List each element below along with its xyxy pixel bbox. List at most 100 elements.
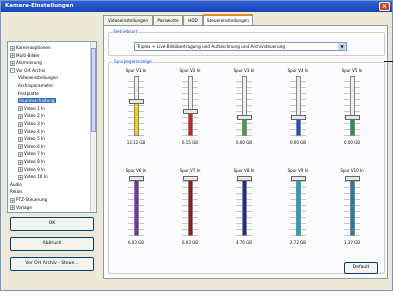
- chevron-down-icon[interactable]: ▼: [338, 43, 346, 50]
- tree-item-label: Video 4 In: [24, 128, 45, 134]
- expand-icon[interactable]: +: [18, 113, 23, 119]
- meter-slider-knob[interactable]: [291, 176, 306, 182]
- tree-item-label: Video 3 In: [24, 121, 45, 126]
- tree-item[interactable]: + Video 4 In: [18, 129, 45, 135]
- expand-icon[interactable]: +: [18, 151, 23, 157]
- meter-slider-knob[interactable]: [291, 114, 306, 120]
- settings-tree[interactable]: + Kameraoptionen + Multi-Bilder + Alarmierung…: [7, 41, 97, 213]
- tree-item[interactable]: + Video 10 In: [18, 174, 48, 180]
- tree-item[interactable]: + Vorlage: [10, 205, 32, 211]
- meter-slider-knob[interactable]: [129, 99, 144, 105]
- expand-icon[interactable]: +: [18, 174, 23, 180]
- meter-fill: [351, 179, 354, 235]
- tree-item[interactable]: + Video 8 In: [18, 159, 45, 165]
- meter-track: [350, 176, 355, 236]
- meter-slider-knob[interactable]: [345, 114, 360, 120]
- tree-item-label: Audio: [10, 181, 22, 187]
- expand-icon[interactable]: +: [10, 60, 15, 66]
- meter-slider-knob[interactable]: [237, 114, 252, 120]
- expand-icon[interactable]: +: [18, 136, 23, 142]
- meter-fill: [135, 101, 138, 135]
- tree-item[interactable]: + Multi-Bilder: [10, 53, 40, 59]
- channel-label: Spur V9 In: [287, 168, 309, 173]
- expand-icon[interactable]: +: [10, 205, 15, 211]
- expand-icon[interactable]: +: [10, 45, 15, 51]
- tree-item[interactable]: + Video 2 In: [18, 113, 45, 119]
- meter-track: [350, 76, 355, 136]
- expand-icon[interactable]: +: [18, 106, 23, 112]
- tree-item-label: Alarmierung: [16, 60, 42, 66]
- levels-group-title: Spurpegelanzeige: [113, 59, 153, 64]
- tree-item[interactable]: + Video 7 In: [18, 151, 45, 157]
- tree-item[interactable]: + Video 3 In: [18, 121, 45, 127]
- callout-line: [384, 61, 393, 62]
- tree-item[interactable]: Videoeinstellungen: [18, 75, 58, 81]
- tree-item-label: Videoeinstellungen: [18, 75, 59, 81]
- channel-value: 0.00 GB: [289, 140, 307, 145]
- tree-item-label: Video 6 In: [24, 143, 45, 149]
- channel-value: 6.15 GB: [181, 140, 199, 145]
- tree-scrollbar[interactable]: [90, 42, 96, 212]
- tree-item-label: Stummschaltung: [18, 98, 56, 104]
- expand-icon[interactable]: +: [10, 53, 15, 59]
- meter-slider-knob[interactable]: [345, 176, 360, 182]
- tab-0[interactable]: Videoeinstellungen: [103, 15, 153, 25]
- channel-value: 6.03 GB: [181, 240, 199, 245]
- expand-icon[interactable]: +: [18, 159, 23, 165]
- tree-item-label: Video 7 In: [24, 151, 45, 157]
- meter-fill: [243, 179, 246, 235]
- copy-settings-button[interactable]: Vor Ort Archiv - Steue...: [10, 257, 94, 271]
- tree-item-label: Archivparameter: [18, 83, 54, 88]
- tree-item[interactable]: + Video 1 In: [18, 106, 45, 112]
- expand-icon[interactable]: +: [18, 144, 23, 150]
- tree-item-label: Video 10 In: [24, 174, 48, 180]
- tree-item-label: Relais: [10, 189, 23, 195]
- tab-2[interactable]: HDD: [183, 15, 203, 25]
- tree-item[interactable]: Festplatte: [18, 91, 39, 97]
- meter-slider-knob[interactable]: [183, 176, 198, 182]
- tree-item[interactable]: Relais: [10, 189, 22, 195]
- tree-item-label: Video 5 In: [24, 136, 45, 142]
- expand-icon[interactable]: +: [10, 197, 15, 203]
- tree-item[interactable]: + Video 5 In: [18, 136, 45, 142]
- tree-item-label: Video 2 In: [24, 113, 45, 119]
- meter-track: [242, 76, 247, 136]
- meter-slider-knob[interactable]: [129, 176, 144, 182]
- meter-slider-knob[interactable]: [237, 176, 252, 182]
- ok-button[interactable]: OK: [10, 217, 94, 231]
- meter-track: [188, 76, 193, 136]
- expand-icon[interactable]: +: [18, 167, 23, 173]
- tree-item-label: Video 9 In: [24, 166, 45, 172]
- close-icon[interactable]: ×: [379, 2, 390, 11]
- tree-item[interactable]: + Video 6 In: [18, 144, 45, 150]
- channel-label: Spur V2 In: [179, 68, 201, 73]
- default-button[interactable]: Default: [344, 262, 378, 274]
- title-bar: Kamera-Einstellungen ×: [1, 1, 392, 12]
- channel-label: Spur V7 In: [179, 168, 201, 173]
- expand-icon[interactable]: +: [18, 129, 23, 135]
- collapse-icon[interactable]: -: [10, 68, 15, 74]
- tree-item[interactable]: + PTZ-Steuerung: [10, 197, 47, 203]
- tree-item[interactable]: Audio: [10, 182, 22, 188]
- expand-icon[interactable]: +: [18, 121, 23, 127]
- meter-fill: [135, 179, 138, 235]
- tree-item[interactable]: Stummschaltung: [18, 98, 56, 104]
- tree-item-label: Multi-Bilder: [16, 52, 40, 58]
- tree-item-label: PTZ-Steuerung: [16, 197, 48, 202]
- mode-select-value: Triplex + Live-Bildübertragung und Aufze…: [137, 44, 285, 49]
- tree-item[interactable]: + Video 9 In: [18, 167, 45, 173]
- tree-item[interactable]: + Alarmierung: [10, 60, 42, 66]
- meter-track: [188, 176, 193, 236]
- tree-item[interactable]: + Kameraoptionen: [10, 45, 51, 51]
- tab-1[interactable]: Passworte: [153, 15, 183, 25]
- tree-item[interactable]: - Vor Ort Archiv: [10, 68, 45, 74]
- meter-fill: [189, 110, 192, 135]
- window-title: Kamera-Einstellungen: [5, 3, 74, 9]
- tree-item[interactable]: Archivparameter: [18, 83, 53, 89]
- channel-value: 2.72 GB: [289, 240, 307, 245]
- mode-select[interactable]: Triplex + Live-Bildübertragung und Aufze…: [134, 42, 347, 51]
- cancel-button[interactable]: Abbruch: [10, 237, 94, 251]
- meter-fill: [297, 179, 300, 235]
- scrollbar-thumb[interactable]: [91, 48, 96, 132]
- meter-slider-knob[interactable]: [183, 108, 198, 114]
